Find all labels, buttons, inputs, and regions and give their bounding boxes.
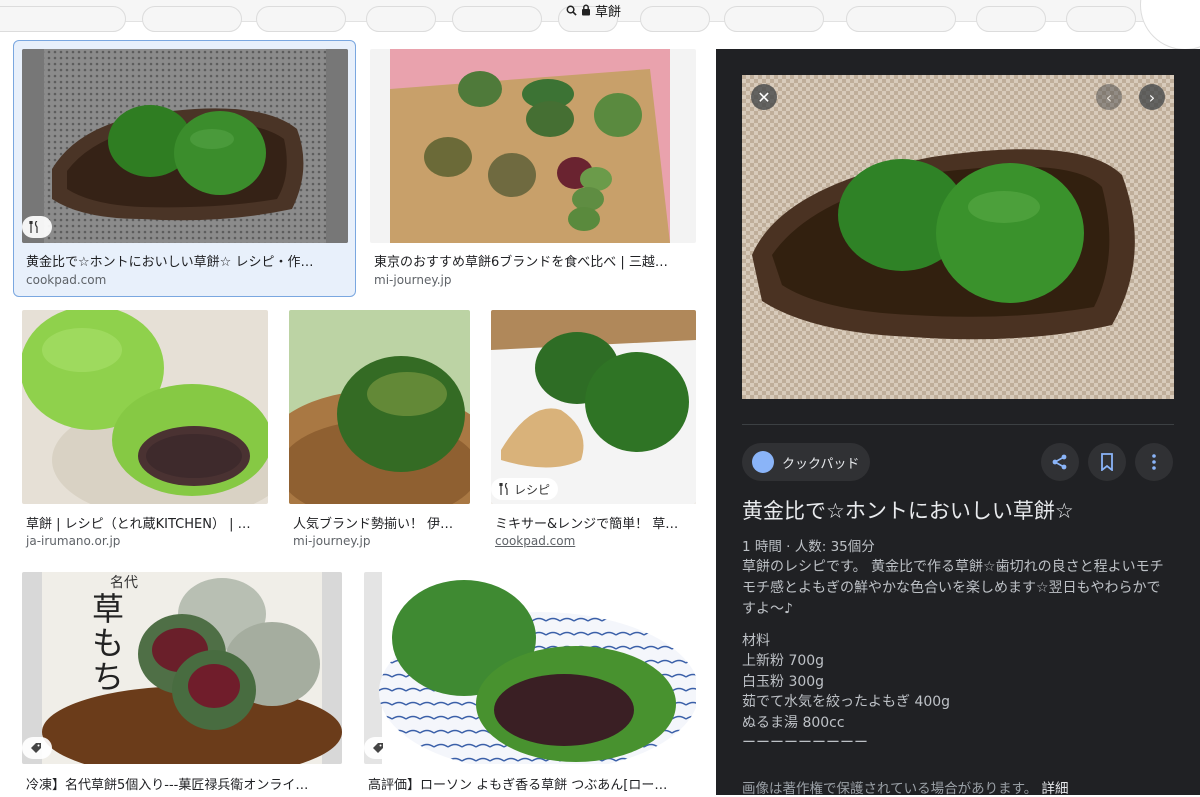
result-thumbnail[interactable]	[22, 49, 348, 243]
ingredient-item: 茹でて水気を絞ったよもぎ 400g	[742, 694, 951, 710]
ingredients-list: 上新粉 700g 白玉粉 300g 茹でて水気を絞ったよもぎ 400g ぬるま湯…	[742, 651, 950, 754]
thumbnail-brand-text: 名代	[110, 575, 138, 591]
result-thumbnail[interactable]	[491, 310, 696, 504]
ingredient-item: 上新粉 700g	[742, 653, 825, 669]
result-source[interactable]: cookpad.com	[26, 273, 106, 287]
bookmark-icon	[1101, 453, 1113, 471]
ingredient-item: ぬるま湯 800cc	[742, 714, 845, 731]
result-caption[interactable]: 草餅 | レシピ（とれ蔵KITCHEN） | …	[26, 513, 266, 532]
result-source[interactable]: mi-journey.jp	[374, 273, 452, 287]
share-button[interactable]	[1041, 443, 1079, 481]
result-thumbnail[interactable]	[22, 310, 268, 504]
ingredients-heading: 材料	[742, 633, 770, 649]
detail-title[interactable]: 黄金比で☆ホントにおいしい草餅☆	[742, 495, 1074, 525]
result-caption[interactable]: 冷凍】名代草餅5個入り---菓匠禄兵衛オンライ…	[26, 774, 342, 793]
share-icon	[1052, 454, 1067, 470]
filter-chip[interactable]	[256, 6, 346, 32]
site-name: クックパッド	[782, 456, 860, 472]
shopping-badge	[22, 737, 52, 759]
detail-panel: ✕ ‹ › クックパッド 黄金比で☆ホントにおいしい草餅☆ 1 時間 · 人数:…	[716, 49, 1200, 797]
site-chip[interactable]: クックパッド	[742, 443, 870, 481]
globe-icon	[752, 451, 774, 473]
divider	[742, 424, 1174, 425]
result-source[interactable]: ja-irumano.or.jp	[26, 534, 120, 548]
recipe-badge	[22, 216, 52, 238]
save-button[interactable]	[1088, 443, 1126, 481]
filter-chip[interactable]	[452, 6, 542, 32]
result-caption[interactable]: 黄金比で☆ホントにおいしい草餅☆ レシピ・作…	[26, 251, 344, 270]
address-bar[interactable]: 草餅	[566, 1, 622, 20]
ingredient-item: 白玉粉 300g	[742, 673, 825, 690]
result-source[interactable]: cookpad.com	[495, 534, 575, 548]
ingredient-item: ーーーーーーーーー	[742, 735, 868, 751]
filter-chip[interactable]	[846, 6, 956, 32]
detail-image[interactable]	[742, 75, 1174, 399]
result-thumbnail[interactable]	[370, 49, 696, 243]
copyright-note: 画像は著作権で保護されている場合があります。 詳細	[742, 777, 1069, 797]
result-thumbnail[interactable]	[289, 310, 470, 504]
detail-meta: 1 時間 · 人数: 35個分	[742, 539, 875, 555]
close-icon[interactable]: ✕	[751, 84, 777, 110]
fork-knife-icon	[29, 221, 38, 233]
filter-chip[interactable]	[976, 6, 1046, 32]
fork-knife-icon	[499, 483, 508, 495]
result-caption[interactable]: 東京のおすすめ草餅6ブランドを食べ比べ | 三越…	[374, 251, 692, 270]
result-caption[interactable]: 人気ブランド勢揃い！ 伊…	[293, 513, 469, 532]
address-text: 草餅	[595, 4, 622, 20]
filter-chip[interactable]	[142, 6, 242, 32]
result-caption[interactable]: ミキサー&レンジで簡単！ 草…	[495, 513, 691, 532]
recipe-badge: レシピ	[491, 478, 559, 500]
more-vert-icon	[1152, 454, 1156, 470]
more-button[interactable]	[1135, 443, 1173, 481]
browser-top-bar: 草餅	[0, 0, 1200, 50]
tag-icon	[31, 743, 41, 753]
filter-chip[interactable]	[0, 6, 126, 32]
result-thumbnail[interactable]	[364, 572, 696, 764]
thumbnail-title-text: 草もち	[92, 590, 125, 696]
chevron-right-icon[interactable]: ›	[1139, 84, 1165, 110]
search-icon	[566, 5, 577, 16]
chevron-left-icon[interactable]: ‹	[1096, 84, 1122, 110]
recipe-badge-label: レシピ	[514, 482, 551, 497]
result-source[interactable]: mi-journey.jp	[293, 534, 371, 548]
filter-chip[interactable]	[1066, 6, 1136, 32]
filter-chip[interactable]	[366, 6, 436, 32]
shopping-badge	[364, 737, 394, 759]
detail-description: 草餅のレシピです。 黄金比で作る草餅☆歯切れの良さと程よいモチモチ感とよもぎの鮮…	[742, 559, 1164, 617]
lock-icon	[582, 4, 590, 16]
tag-icon	[373, 743, 383, 753]
result-thumbnail[interactable]: 名代 草もち	[22, 572, 342, 764]
corner-button[interactable]	[1140, 0, 1200, 50]
result-caption[interactable]: 高評価】ローソン よもぎ香る草餅 つぶあん[ロー…	[368, 774, 690, 793]
filter-chip[interactable]	[640, 6, 710, 32]
filter-chip[interactable]	[724, 6, 824, 32]
